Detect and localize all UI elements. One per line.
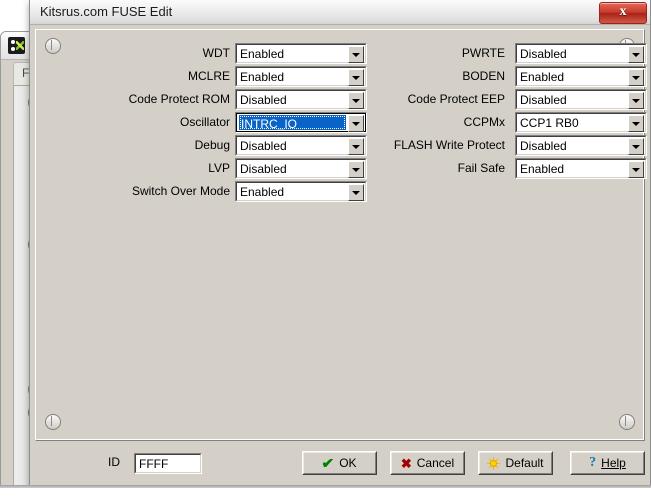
dialog-body: WDT Enabled MCLRE Enabled xyxy=(30,25,650,487)
field-row: PWRTE Disabled xyxy=(372,43,647,65)
dialog-titlebar[interactable]: Kitsrus.com FUSE Edit x xyxy=(30,0,650,25)
combo-pwrte[interactable]: Disabled xyxy=(515,43,647,64)
combo-value-ccpmx: CCP1 RB0 xyxy=(520,116,625,130)
help-button[interactable]: ? Help xyxy=(570,451,645,475)
chevron-down-icon[interactable] xyxy=(628,46,644,63)
field-label-oscillator: Oscillator xyxy=(180,115,230,129)
combo-value-mclre: Enabled xyxy=(240,70,345,84)
field-row: MCLRE Enabled xyxy=(97,66,367,88)
field-row: Switch Over Mode Enabled xyxy=(97,181,367,203)
combo-value-code-protect-rom: Disabled xyxy=(240,93,345,107)
chevron-down-icon[interactable] xyxy=(348,184,364,201)
chevron-down-icon[interactable] xyxy=(348,115,364,132)
close-icon[interactable]: x xyxy=(599,2,647,24)
sun-icon xyxy=(487,457,500,470)
chevron-down-icon[interactable] xyxy=(628,69,644,86)
id-input-value: FFFF xyxy=(139,457,168,471)
resize-grip-icon[interactable] xyxy=(45,38,61,54)
x-icon: ✖ xyxy=(401,457,412,470)
combo-value-wdt: Enabled xyxy=(240,47,345,61)
desktop-background xyxy=(0,488,651,503)
combo-value-fail-safe: Enabled xyxy=(520,162,625,176)
chevron-down-icon[interactable] xyxy=(348,92,364,109)
combo-value-flash-write-protect: Disabled xyxy=(520,139,625,153)
field-label-mclre: MCLRE xyxy=(188,69,230,83)
field-label-flash-write-protect: FLASH Write Protect xyxy=(394,138,505,152)
fuse-edit-dialog: Kitsrus.com FUSE Edit x WDT xyxy=(29,0,651,488)
ok-button-label: OK xyxy=(339,456,356,470)
combo-value-oscillator: INTRC_IO xyxy=(239,115,346,130)
chevron-down-icon[interactable] xyxy=(628,161,644,178)
field-label-switch-over-mode: Switch Over Mode xyxy=(132,184,230,198)
combo-mclre[interactable]: Enabled xyxy=(235,66,367,87)
default-button[interactable]: Default xyxy=(478,451,553,475)
field-row: WDT Enabled xyxy=(97,43,367,65)
combo-fail-safe[interactable]: Enabled xyxy=(515,158,647,179)
chevron-down-icon[interactable] xyxy=(628,138,644,155)
combo-boden[interactable]: Enabled xyxy=(515,66,647,87)
chevron-down-icon[interactable] xyxy=(348,138,364,155)
combo-wdt[interactable]: Enabled xyxy=(235,43,367,64)
chevron-down-icon[interactable] xyxy=(348,69,364,86)
field-label-wdt: WDT xyxy=(203,46,230,60)
field-row: Code Protect ROM Disabled xyxy=(97,89,367,111)
resize-grip-icon[interactable] xyxy=(619,414,635,430)
ok-button[interactable]: ✔ OK xyxy=(302,451,377,475)
field-row: Code Protect EEP Disabled xyxy=(372,89,647,111)
chevron-down-icon[interactable] xyxy=(348,161,364,178)
field-row: BODEN Enabled xyxy=(372,66,647,88)
combo-code-protect-eep[interactable]: Disabled xyxy=(515,89,647,110)
chevron-down-icon[interactable] xyxy=(348,46,364,63)
cancel-button-label: Cancel xyxy=(417,456,454,470)
field-label-pwrte: PWRTE xyxy=(462,46,505,60)
combo-value-boden: Enabled xyxy=(520,70,625,84)
combo-code-protect-rom[interactable]: Disabled xyxy=(235,89,367,110)
combo-value-lvp: Disabled xyxy=(240,162,345,176)
combo-lvp[interactable]: Disabled xyxy=(235,158,367,179)
chip-icon xyxy=(8,37,25,54)
combo-value-code-protect-eep: Disabled xyxy=(520,93,625,107)
close-glyph: x xyxy=(600,4,646,20)
chevron-down-icon[interactable] xyxy=(628,92,644,109)
combo-ccpmx[interactable]: CCP1 RB0 xyxy=(515,112,647,133)
field-label-code-protect-rom: Code Protect ROM xyxy=(129,92,230,106)
chevron-down-icon[interactable] xyxy=(628,115,644,132)
combo-value-pwrte: Disabled xyxy=(520,47,625,61)
fuse-settings-panel: WDT Enabled MCLRE Enabled xyxy=(35,29,645,441)
question-icon: ? xyxy=(589,456,596,470)
id-input[interactable]: FFFF xyxy=(134,453,202,474)
field-row: FLASH Write Protect Disabled xyxy=(372,135,647,157)
dialog-title: Kitsrus.com FUSE Edit xyxy=(40,4,172,19)
default-button-label: Default xyxy=(505,456,543,470)
combo-value-switch-over-mode: Enabled xyxy=(240,185,345,199)
field-row: Oscillator INTRC_IO xyxy=(97,112,367,134)
field-label-boden: BODEN xyxy=(462,69,505,83)
field-label-fail-safe: Fail Safe xyxy=(458,161,505,175)
combo-value-debug: Disabled xyxy=(240,139,345,153)
fuse-settings-panel-inner: WDT Enabled MCLRE Enabled xyxy=(36,30,644,440)
field-label-debug: Debug xyxy=(195,138,230,152)
id-label: ID xyxy=(108,455,120,469)
field-row: Debug Disabled xyxy=(97,135,367,157)
resize-grip-icon[interactable] xyxy=(45,414,61,430)
screen: Fil Kitsrus.com FUSE Edit x xyxy=(0,0,651,503)
help-button-label: Help xyxy=(601,456,626,470)
combo-switch-over-mode[interactable]: Enabled xyxy=(235,181,367,202)
check-icon: ✔ xyxy=(322,456,335,470)
cancel-button[interactable]: ✖ Cancel xyxy=(390,451,465,475)
combo-flash-write-protect[interactable]: Disabled xyxy=(515,135,647,156)
field-label-code-protect-eep: Code Protect EEP xyxy=(408,92,505,106)
combo-debug[interactable]: Disabled xyxy=(235,135,367,156)
field-row: CCPMx CCP1 RB0 xyxy=(372,112,647,134)
field-label-lvp: LVP xyxy=(208,161,230,175)
field-row: Fail Safe Enabled xyxy=(372,158,647,180)
field-label-ccpmx: CCPMx xyxy=(464,115,505,129)
field-row: LVP Disabled xyxy=(97,158,367,180)
combo-oscillator[interactable]: INTRC_IO xyxy=(235,112,367,133)
